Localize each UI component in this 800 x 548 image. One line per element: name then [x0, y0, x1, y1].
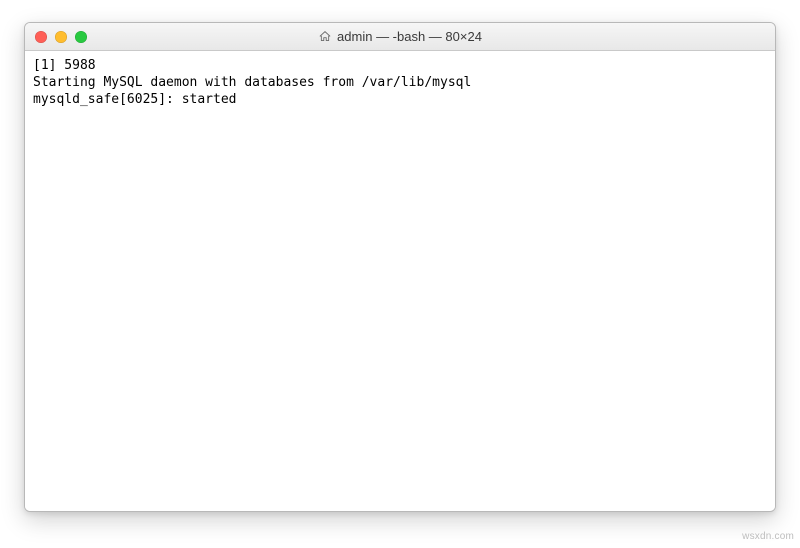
traffic-lights [25, 31, 87, 43]
minimize-button[interactable] [55, 31, 67, 43]
terminal-line: [1] 5988 [33, 58, 96, 73]
terminal-line: Starting MySQL daemon with databases fro… [33, 75, 471, 90]
home-icon [318, 30, 332, 43]
close-button[interactable] [35, 31, 47, 43]
watermark-text: wsxdn.com [742, 531, 794, 542]
terminal-window: admin — -bash — 80×24 [1] 5988 Starting … [24, 22, 776, 512]
window-title: admin — -bash — 80×24 [337, 29, 482, 44]
maximize-button[interactable] [75, 31, 87, 43]
terminal-output[interactable]: [1] 5988 Starting MySQL daemon with data… [25, 51, 775, 511]
titlebar[interactable]: admin — -bash — 80×24 [25, 23, 775, 51]
terminal-line: mysqld_safe[6025]: started [33, 92, 237, 107]
window-title-container: admin — -bash — 80×24 [25, 29, 775, 44]
